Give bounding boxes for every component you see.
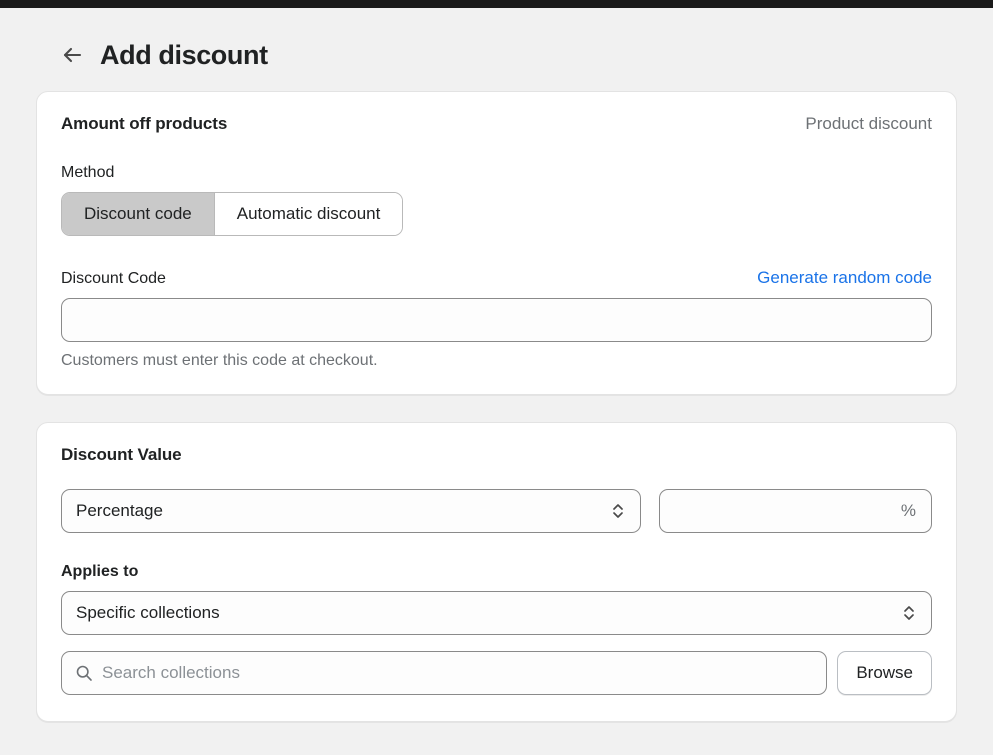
applies-to-select[interactable]: Specific collections [61, 591, 932, 635]
discount-code-helper-text: Customers must enter this code at checko… [61, 352, 378, 369]
discount-code-label: Discount Code [61, 270, 166, 287]
browse-button[interactable]: Browse [837, 651, 932, 695]
card-title: Amount off products [61, 114, 228, 133]
discount-code-label-row: Discount Code Generate random code [61, 268, 932, 288]
discount-value-header: Discount Value [61, 445, 932, 465]
chevron-updown-icon [610, 502, 626, 520]
discount-amount-input[interactable] [659, 489, 932, 533]
amount-off-products-card: Amount off products Product discount Met… [36, 91, 957, 395]
applies-to-select-value: Specific collections [76, 603, 220, 622]
segment-automatic-discount[interactable]: Automatic discount [213, 193, 403, 235]
search-collections-input[interactable] [61, 651, 828, 695]
discount-code-input[interactable] [61, 298, 932, 342]
generate-random-code-link[interactable]: Generate random code [757, 268, 932, 288]
applies-to-label: Applies to [61, 563, 139, 580]
back-button[interactable] [58, 41, 86, 69]
method-label: Method [61, 164, 115, 181]
top-system-bar [0, 0, 993, 8]
page-container: Add discount Amount off products Product… [0, 8, 993, 722]
method-segmented-control: Discount code Automatic discount [61, 192, 404, 236]
discount-value-title: Discount Value [61, 445, 182, 464]
discount-amount-field: % [659, 489, 932, 533]
discount-type-select-value: Percentage [76, 501, 163, 520]
segment-discount-code[interactable]: Discount code [62, 193, 214, 235]
discount-type-select[interactable]: Percentage [61, 489, 641, 533]
discount-value-card: Discount Value Percentage % Applies to S… [36, 422, 957, 722]
collection-search-row: Browse [61, 651, 932, 695]
search-field-wrapper [61, 651, 828, 695]
page-title: Add discount [100, 39, 268, 70]
chevron-updown-icon [901, 604, 917, 622]
card-header: Amount off products Product discount [61, 114, 932, 134]
arrow-left-icon [60, 43, 84, 67]
discount-value-row: Percentage % [61, 489, 932, 533]
discount-type-label: Product discount [805, 114, 932, 133]
page-header: Add discount [22, 8, 971, 91]
